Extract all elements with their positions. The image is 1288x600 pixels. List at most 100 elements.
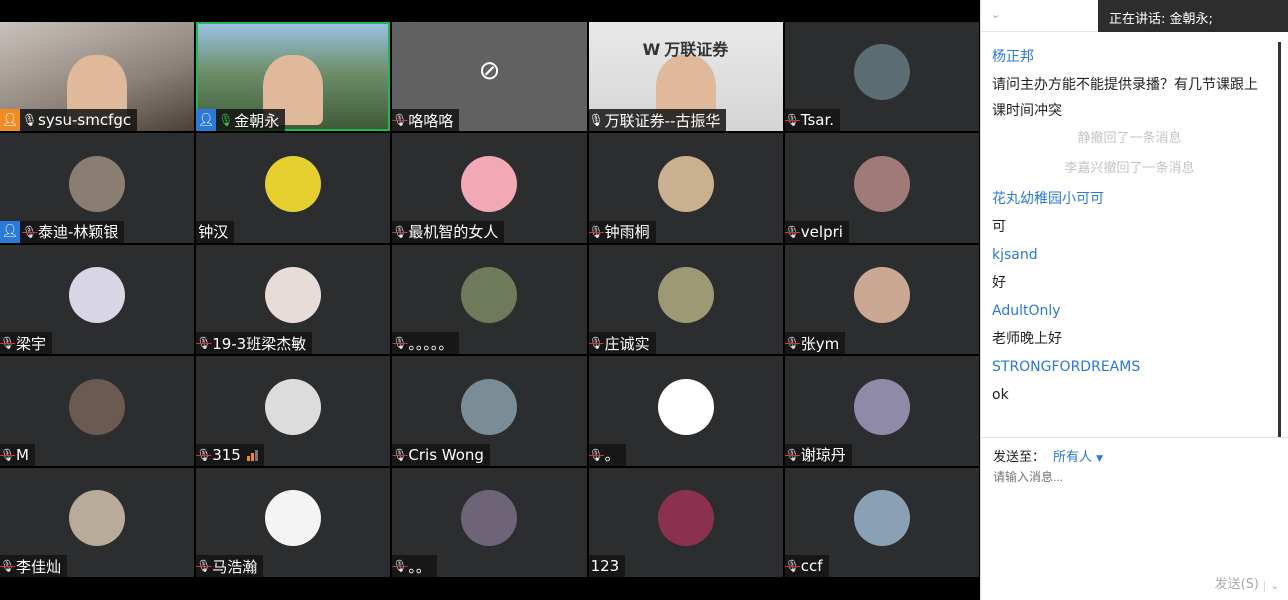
user-icon: 👤︎ <box>0 109 20 132</box>
participant-name: 。 <box>604 446 620 465</box>
avatar <box>69 489 126 546</box>
participant-tile[interactable]: 🎙︎ 钟雨桐 <box>588 133 783 243</box>
participant-tile[interactable]: 👤︎ 🎙︎ sysu-smcfgc <box>0 22 195 132</box>
mic-muted-icon[interactable]: 🎙︎ <box>589 225 604 239</box>
send-to-dropdown[interactable]: 所有人 ▼ <box>1053 450 1103 465</box>
participant-label: 👤︎ 🎙︎ 泰迪-林颖银 <box>0 220 125 243</box>
signal-strength-icon <box>246 449 258 461</box>
avatar <box>853 267 910 324</box>
mic-muted-icon[interactable]: 🎙︎ <box>22 225 37 239</box>
avatar <box>265 378 322 435</box>
avatar <box>265 155 322 212</box>
participant-label: 🎙︎。。 <box>392 555 437 577</box>
participant-tile[interactable]: 🎙︎ M <box>0 356 195 466</box>
avatar <box>69 378 126 435</box>
message-sender[interactable]: STRONGFORDREAMS <box>992 352 1267 382</box>
mic-muted-icon[interactable]: 🎙︎ <box>785 448 800 462</box>
participant-tile[interactable]: W 万联证券 🎙︎ 万联证券--古振华 <box>588 22 783 132</box>
participant-label: 🎙︎。 <box>588 443 626 466</box>
participant-name: 咯咯咯 <box>408 111 454 130</box>
participant-tile[interactable]: 🎙︎ 最机智的女人 <box>392 133 587 243</box>
send-button[interactable]: 发送(S) <box>1215 573 1259 592</box>
mic-muted-icon[interactable]: 🎙︎ <box>392 113 407 127</box>
participant-tile[interactable]: 🎙︎ 谢琼丹 <box>784 356 979 466</box>
participant-tile[interactable]: 🎙︎。。 <box>392 467 587 577</box>
mic-muted-icon[interactable]: 🎙︎ <box>392 225 407 239</box>
mic-muted-icon[interactable]: 🎙︎ <box>0 559 15 573</box>
mic-muted-icon[interactable]: 🎙︎ <box>392 448 407 462</box>
mic-active-icon[interactable]: 🎙︎ <box>218 113 233 127</box>
logo-mark: W <box>642 40 661 59</box>
mic-icon[interactable]: 🎙︎ <box>589 113 604 127</box>
mic-muted-icon[interactable]: 🎙︎ <box>785 113 800 127</box>
participant-tile[interactable]: 钟汉 <box>196 133 391 243</box>
participant-name: 123 <box>590 557 620 575</box>
participant-label: 🎙︎ 梁宇 <box>0 332 53 355</box>
participant-tile[interactable]: 👤︎ 🎙︎ 泰迪-林颖银 <box>0 133 195 243</box>
participant-tile[interactable]: 🎙︎。。。。。 <box>392 244 587 355</box>
participant-label: 🎙︎ 钟雨桐 <box>588 220 656 243</box>
participant-tile[interactable]: ⊘ 🎙︎ 咯咯咯 <box>392 22 587 132</box>
participant-label: 🎙︎ Cris Wong <box>392 443 490 466</box>
participant-tile[interactable]: 🎙︎ 315 <box>196 356 391 466</box>
participant-label: 🎙︎ 最机智的女人 <box>392 220 505 243</box>
participant-name: 金朝永 <box>234 111 280 130</box>
participant-tile[interactable]: 🎙︎ 马浩瀚 <box>196 467 391 577</box>
message-input[interactable] <box>993 470 1273 484</box>
message-sender[interactable]: 花丸幼稚园小可可 <box>992 184 1267 214</box>
chat-messages[interactable]: 杨正邦 请问主办方能不能提供录播？有几节课跟上课时间冲突 静撤回了一条消息 李嘉兴撤回… <box>981 42 1281 437</box>
participant-tile[interactable]: 🎙︎ 19-3班梁杰敏 <box>196 244 391 355</box>
participant-label: 🎙︎ Tsar. <box>784 109 841 132</box>
mic-muted-icon[interactable]: 🎙︎ <box>196 336 211 350</box>
avatar <box>657 267 714 324</box>
participant-tile[interactable]: 👤︎ 🎙︎ 金朝永 <box>196 22 391 132</box>
mic-muted-icon[interactable]: 🎙︎ <box>196 559 211 573</box>
participant-tile[interactable]: 🎙︎ 庄诚实 <box>588 244 783 355</box>
message-sender[interactable]: 杨正邦 <box>992 42 1267 72</box>
mic-muted-icon[interactable]: 🎙︎ <box>392 336 407 350</box>
participant-name: 万联证券--古振华 <box>604 111 721 130</box>
mic-muted-icon[interactable]: 🎙︎ <box>785 559 800 573</box>
participant-tile[interactable]: 🎙︎ 张ym <box>784 244 979 355</box>
send-options-chevron-icon[interactable]: ⌄ <box>1263 581 1279 592</box>
mic-icon[interactable]: 🎙︎ <box>22 113 37 127</box>
mic-muted-icon[interactable]: 🎙︎ <box>392 559 407 573</box>
message-text: ok <box>992 387 1009 403</box>
participant-tile[interactable]: 123 <box>588 467 783 577</box>
chat-message: STRONGFORDREAMS ok <box>992 352 1267 408</box>
mic-muted-icon[interactable]: 🎙︎ <box>0 448 15 462</box>
camera-off-icon: ⊘ <box>478 56 501 87</box>
participant-tile[interactable]: 🎙︎ ccf <box>784 467 979 577</box>
participant-tile[interactable]: 🎙︎ velpri <box>784 133 979 243</box>
participant-label: 钟汉 <box>196 220 235 243</box>
mic-muted-icon[interactable]: 🎙︎ <box>196 448 211 462</box>
participant-name: 。。 <box>408 557 431 576</box>
message-text: 老师晚上好 <box>992 331 1062 347</box>
participant-label: 🎙︎ velpri <box>784 220 849 243</box>
logo-text: 万联证券 <box>664 40 729 59</box>
company-logo: W 万联证券 <box>639 36 729 60</box>
mic-muted-icon[interactable]: 🎙︎ <box>785 336 800 350</box>
participant-name: Cris Wong <box>408 445 484 464</box>
participant-tile[interactable]: 🎙︎ 李佳灿 <box>0 467 195 577</box>
participant-label: 🎙︎ 万联证券--古振华 <box>588 109 727 132</box>
chevron-down-icon[interactable]: ⌄ <box>991 8 1000 21</box>
message-sender[interactable]: AdultOnly <box>992 296 1267 326</box>
participant-tile[interactable]: 🎙︎ 梁宇 <box>0 244 195 355</box>
mic-muted-icon[interactable]: 🎙︎ <box>785 225 800 239</box>
chat-message: AdultOnly 老师晚上好 <box>992 296 1267 352</box>
participant-tile[interactable]: 🎙︎ Tsar. <box>784 22 979 132</box>
participant-tile[interactable]: 🎙︎。 <box>588 356 783 466</box>
avatar <box>853 155 910 212</box>
participant-label: 🎙︎ ccf <box>784 555 829 577</box>
mic-muted-icon[interactable]: 🎙︎ <box>589 336 604 350</box>
mic-muted-icon[interactable]: 🎙︎ <box>0 336 15 350</box>
message-sender[interactable]: kjsand <box>992 240 1267 270</box>
participant-name: 庄诚实 <box>604 334 650 353</box>
send-to: 发送至： 所有人 ▼ <box>993 446 1103 465</box>
mic-muted-icon[interactable]: 🎙︎ <box>589 448 604 462</box>
recall-notice: 李嘉兴撤回了一条消息 <box>1064 161 1195 176</box>
participant-tile[interactable]: 🎙︎ Cris Wong <box>392 356 587 466</box>
participant-label: 🎙︎ 张ym <box>784 332 846 355</box>
participant-name: 泰迪-林颖银 <box>38 223 119 242</box>
